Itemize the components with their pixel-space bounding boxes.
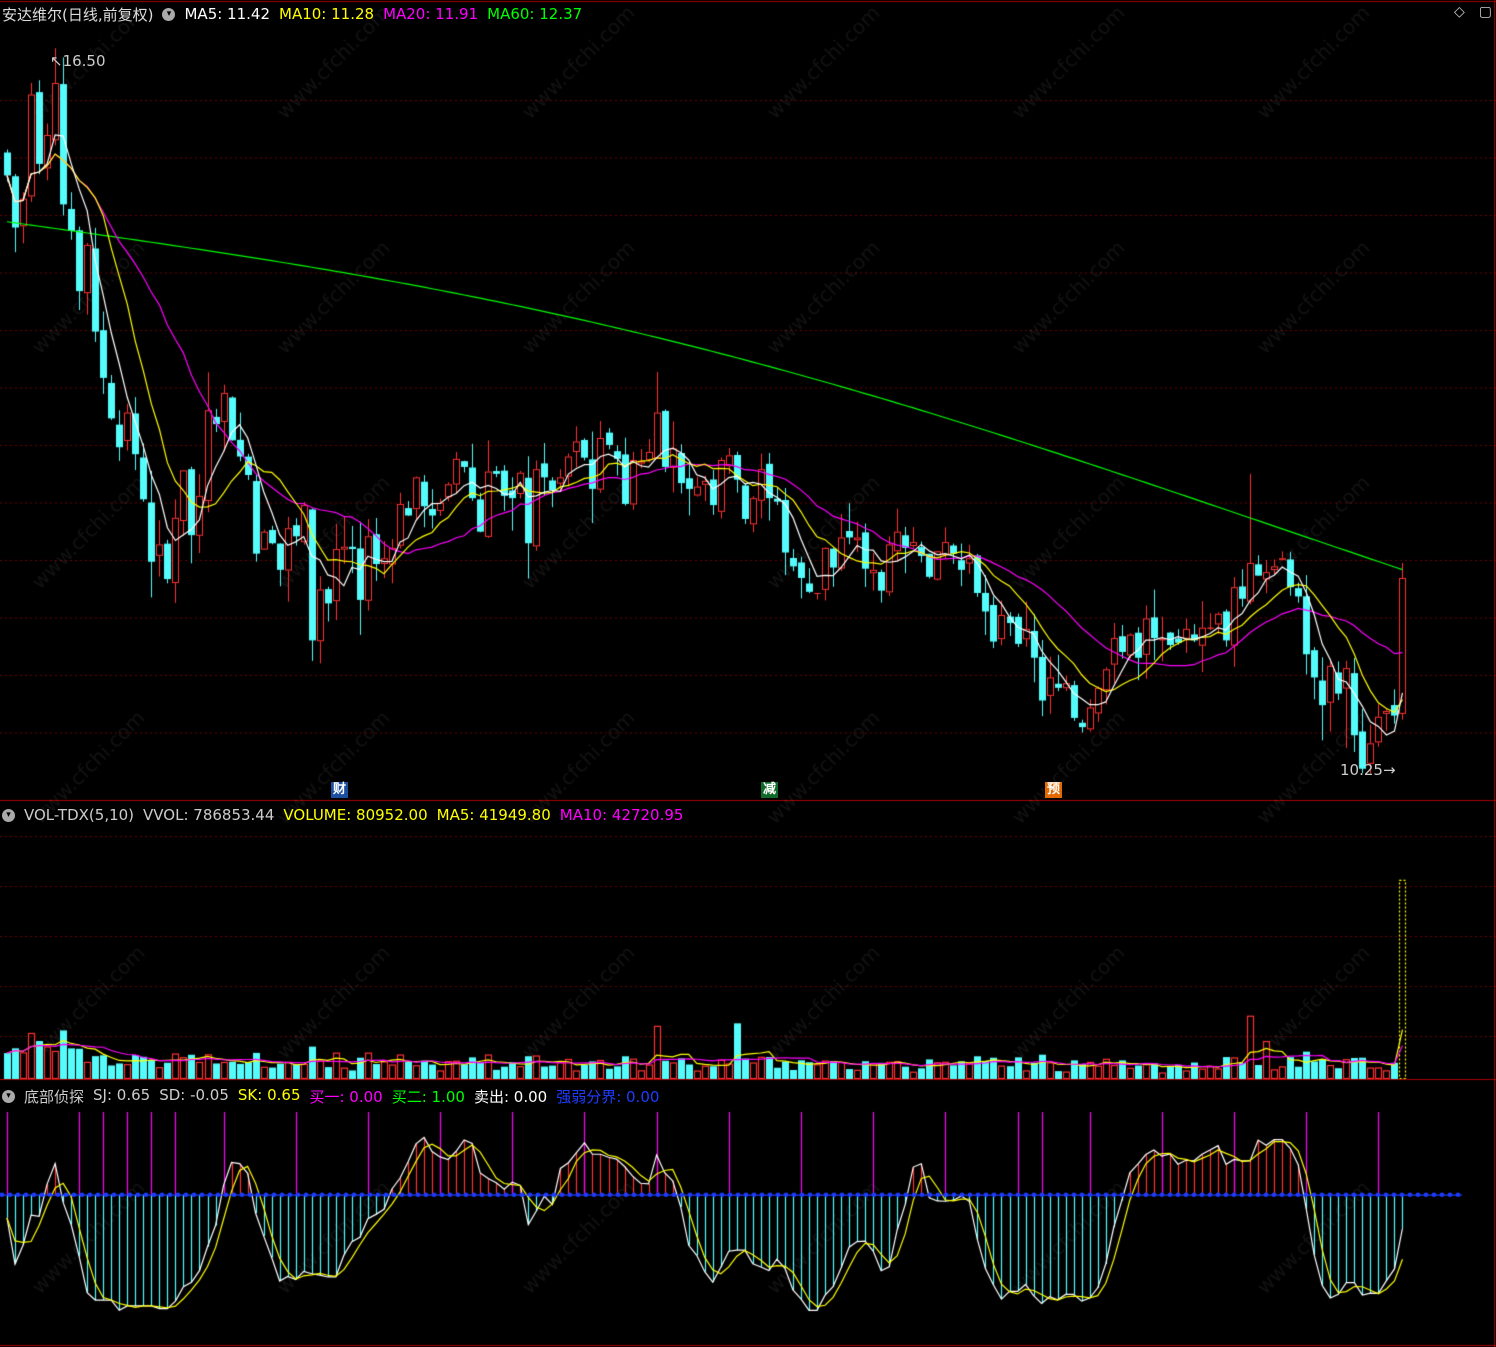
stock-title[interactable]: 安达维尔(日线,前复权): [2, 4, 153, 25]
indicator-legend-item-3: 买一: 0.00: [309, 1087, 383, 1106]
volume-legend-item-3: MA10: 42720.95: [559, 806, 684, 824]
ma-legend-item-0: MA5: 11.42: [184, 5, 270, 23]
marker-forecast[interactable]: 预: [1045, 782, 1063, 798]
indicator-settings-circle-icon[interactable]: ▾: [2, 1089, 15, 1103]
ma-legend: MA5: 11.42 MA10: 11.28 MA20: 11.91 MA60: 12…: [184, 5, 582, 23]
volume-header: ▾ VOL-TDX(5,10) VVOL: 786853.44 VOLUME: 8…: [2, 804, 692, 826]
indicator-legend-item-0: SJ: 0.65: [93, 1085, 151, 1104]
volume-legend-item-1: VOLUME: 80952.00: [283, 806, 428, 824]
settings-circle-icon[interactable]: ▾: [162, 7, 176, 21]
low-price-label: 10.25→: [1340, 761, 1396, 779]
indicator-legend-item-5: 卖出: 0.00: [473, 1087, 548, 1106]
indicator-legend-item-1: SD: -0.05: [159, 1085, 229, 1104]
main-header: 安达维尔(日线,前复权) ▾ MA5: 11.42 MA10: 11.28 MA20…: [2, 3, 591, 25]
stock-chart-canvas[interactable]: [0, 0, 1496, 1347]
diamond-icon[interactable]: ◇: [1454, 4, 1465, 20]
volume-legend-item-2: MA5: 41949.80: [436, 806, 551, 824]
ma-legend-item-1: MA10: 11.28: [279, 5, 375, 23]
high-price-label: ↖16.50: [50, 52, 106, 70]
marker-reduction[interactable]: 减: [761, 782, 779, 798]
volume-legend-item-0: VVOL: 786853.44: [143, 806, 275, 824]
window-icon[interactable]: ▢: [1479, 4, 1492, 20]
indicator-header: ▾ 底部侦探 SJ: 0.65 SD: -0.05 SK: 0.65 买一: 0.00…: [2, 1085, 668, 1107]
indicator-legend-item-6: 强弱分界: 0.00: [556, 1087, 660, 1106]
ma-legend-item-2: MA20: 11.91: [383, 5, 479, 23]
volume-legend: VVOL: 786853.44 VOLUME: 80952.00 MA5: 4194…: [143, 806, 683, 824]
volume-title[interactable]: VOL-TDX(5,10): [24, 806, 134, 824]
indicator-legend-item-4: 买二: 1.00: [391, 1087, 465, 1106]
window-controls: ◇ ▢: [1454, 4, 1492, 20]
indicator-title[interactable]: 底部侦探: [24, 1086, 84, 1107]
marker-financial-report[interactable]: 财: [331, 782, 349, 798]
ma-legend-item-3: MA60: 12.37: [487, 5, 583, 23]
indicator-legend-item-2: SK: 0.65: [237, 1085, 301, 1104]
indicator-legend: SJ: 0.65 SD: -0.05 SK: 0.65 买一: 0.00 买二: 1.0…: [93, 1086, 659, 1107]
volume-settings-circle-icon[interactable]: ▾: [2, 808, 15, 822]
